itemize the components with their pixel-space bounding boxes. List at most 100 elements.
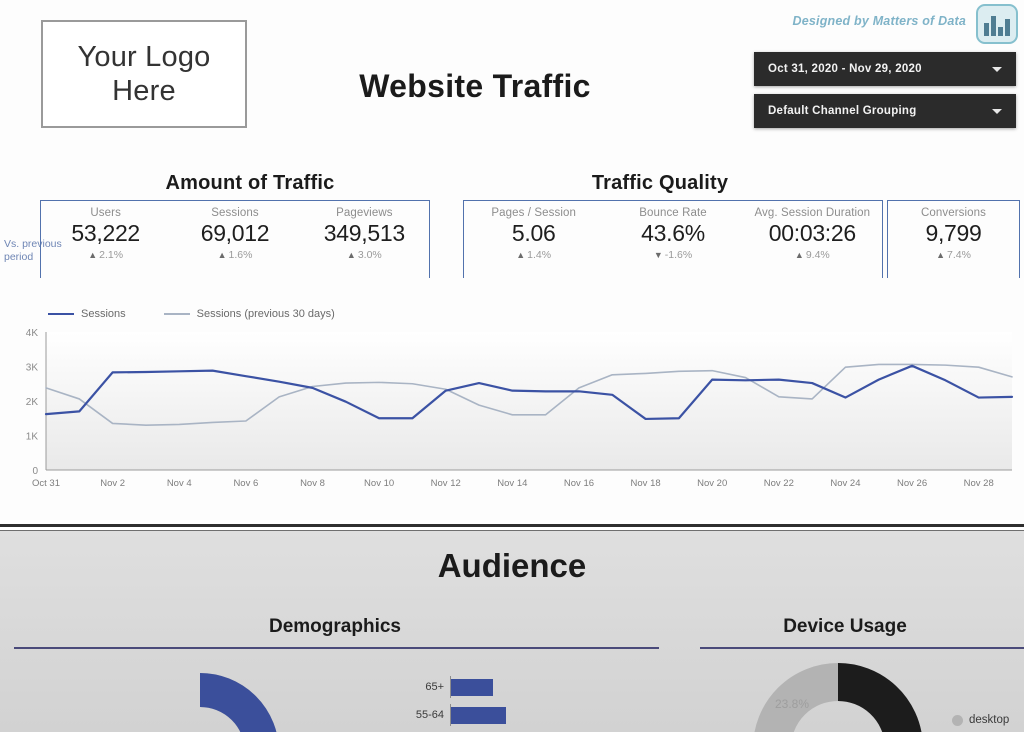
svg-text:Nov 6: Nov 6 <box>233 478 258 489</box>
kpi-label: Bounce Rate <box>639 207 707 219</box>
kpi-delta-value: 2.1% <box>99 249 124 261</box>
kpi-group-quality: Pages / Session 5.06 ▲ 1.4% Bounce Rate … <box>463 200 1024 278</box>
legend-item-sessions-previous[interactable]: Sessions (previous 30 days) <box>163 308 335 320</box>
logo-placeholder[interactable]: Your Logo Here <box>41 20 247 128</box>
date-range-dropdown[interactable]: Oct 31, 2020 - Nov 29, 2020 <box>754 52 1016 86</box>
svg-text:Nov 26: Nov 26 <box>897 478 927 489</box>
donut-slice-segment-a <box>121 673 279 732</box>
channel-grouping-value: Default Channel Grouping <box>768 105 917 117</box>
kpi-delta-value: 3.0% <box>357 249 382 261</box>
kpi-delta-value: 7.4% <box>946 249 971 261</box>
kpi-delta: ▲ 3.0% <box>347 249 382 261</box>
svg-text:0: 0 <box>32 466 38 477</box>
kpi-card-amount: Users 53,222 ▲ 2.1% Sessions 69,012 ▲ 1.… <box>40 200 430 278</box>
svg-text:Nov 4: Nov 4 <box>167 478 192 489</box>
date-range-value: Oct 31, 2020 - Nov 29, 2020 <box>768 63 922 75</box>
arrow-down-icon: ▼ <box>653 249 663 260</box>
kpi-pages-per-session[interactable]: Pages / Session 5.06 ▲ 1.4% <box>464 201 603 278</box>
arrow-up-icon: ▲ <box>794 249 804 260</box>
kpi-delta: ▲ 1.4% <box>516 249 551 261</box>
legend-dot-icon <box>952 714 963 726</box>
svg-text:1K: 1K <box>26 432 39 443</box>
svg-text:3K: 3K <box>26 363 39 374</box>
kpi-conversions[interactable]: Conversions 9,799 ▲ 7.4% <box>888 201 1019 278</box>
demographics-bar-chart[interactable]: 65+ 55-64 <box>408 676 547 732</box>
bar-fill <box>451 678 493 696</box>
legend-swatch <box>163 312 190 316</box>
demographics-donut-chart[interactable] <box>120 672 280 732</box>
bar-label: 65+ <box>425 681 444 693</box>
svg-text:Nov 8: Nov 8 <box>300 478 325 489</box>
kpi-delta: ▲ 2.1% <box>88 249 123 261</box>
svg-text:2K: 2K <box>26 397 39 408</box>
kpi-value: 69,012 <box>200 220 270 246</box>
kpi-delta-value: -1.6% <box>664 249 693 261</box>
kpi-delta-value: 1.4% <box>527 249 552 261</box>
kpi-value: 349,513 <box>323 220 405 246</box>
kpi-value: 53,222 <box>71 220 140 246</box>
kpi-value: 43.6% <box>641 220 705 246</box>
kpi-delta: ▲ 9.4% <box>795 249 830 261</box>
svg-text:Nov 10: Nov 10 <box>364 478 394 489</box>
divider-demographics <box>14 647 659 649</box>
legend-label: desktop <box>969 714 1010 726</box>
kpi-delta-value: 9.4% <box>805 249 830 261</box>
kpi-value: 5.06 <box>511 220 556 246</box>
arrow-up-icon: ▲ <box>516 249 526 260</box>
bar-label: 55-64 <box>415 709 444 721</box>
device-usage-donut-chart[interactable] <box>748 658 928 732</box>
kpi-delta: ▼ -1.6% <box>654 249 692 261</box>
kpi-label: Sessions <box>211 207 259 219</box>
chevron-down-icon <box>992 66 1002 72</box>
kpi-delta: ▲ 1.6% <box>218 249 253 261</box>
section-title-demographics: Demographics <box>269 616 401 637</box>
kpi-delta: ▲ 7.4% <box>936 249 971 261</box>
legend-label: Sessions <box>81 308 126 320</box>
legend-item-sessions[interactable]: Sessions <box>48 308 126 320</box>
kpi-users[interactable]: Users 53,222 ▲ 2.1% <box>41 201 170 278</box>
svg-text:Nov 16: Nov 16 <box>564 478 594 489</box>
kpi-group-amount: Users 53,222 ▲ 2.1% Sessions 69,012 ▲ 1.… <box>40 200 430 278</box>
chart-legend: Sessions Sessions (previous 30 days) <box>48 308 335 320</box>
svg-text:Nov 12: Nov 12 <box>431 478 461 489</box>
bar-chart-logo-icon <box>976 4 1018 44</box>
svg-text:Nov 28: Nov 28 <box>964 478 994 489</box>
traffic-panel: Your Logo Here Website Traffic Designed … <box>0 0 1024 527</box>
svg-text:Nov 20: Nov 20 <box>697 478 727 489</box>
kpi-avg-session-duration[interactable]: Avg. Session Duration 00:03:26 ▲ 9.4% <box>743 201 882 278</box>
chart-plot-area[interactable]: 0 1K 2K 3K 4K Oct 31 Nov 2 Nov 4 Nov 6 Nov 8 Nov 1… <box>0 322 1024 512</box>
svg-text:Nov 22: Nov 22 <box>764 478 794 489</box>
kpi-sessions[interactable]: Sessions 69,012 ▲ 1.6% <box>170 201 299 278</box>
bar-row[interactable]: 55-64 <box>408 704 547 726</box>
section-title-traffic-quality: Traffic Quality <box>591 172 729 194</box>
kpi-value: 00:03:26 <box>768 220 856 246</box>
device-usage-legend[interactable]: desktop <box>952 714 1009 726</box>
logo-line-2: Here <box>112 75 176 107</box>
svg-text:Oct 31: Oct 31 <box>32 478 60 489</box>
kpi-card-conversions: Conversions 9,799 ▲ 7.4% <box>887 200 1020 278</box>
bar-row[interactable]: 65+ <box>408 676 547 698</box>
svg-text:Nov 18: Nov 18 <box>631 478 661 489</box>
kpi-label: Pages / Session <box>491 207 576 219</box>
kpi-label: Conversions <box>920 207 987 219</box>
section-title-amount-of-traffic: Amount of Traffic <box>165 172 335 194</box>
dashboard-root: Your Logo Here Website Traffic Designed … <box>0 0 1024 732</box>
kpi-value: 9,799 <box>925 220 982 246</box>
arrow-up-icon: ▲ <box>346 249 356 260</box>
kpi-delta-value: 1.6% <box>228 249 253 261</box>
arrow-up-icon: ▲ <box>217 249 227 260</box>
sessions-line-chart: Sessions Sessions (previous 30 days) 0 1K… <box>0 300 1024 515</box>
brand-credit: Designed by Matters of Data <box>792 14 966 28</box>
svg-text:Nov 14: Nov 14 <box>497 478 527 489</box>
bar-fill <box>451 706 506 724</box>
channel-grouping-dropdown[interactable]: Default Channel Grouping <box>754 94 1016 128</box>
svg-text:4K: 4K <box>26 328 39 339</box>
kpi-bounce-rate[interactable]: Bounce Rate 43.6% ▼ -1.6% <box>603 201 742 278</box>
legend-label: Sessions (previous 30 days) <box>196 308 335 320</box>
page-title: Website Traffic <box>359 68 591 104</box>
kpi-pageviews[interactable]: Pageviews 349,513 ▲ 3.0% <box>300 201 429 278</box>
legend-swatch <box>48 312 74 316</box>
section-title-audience: Audience <box>437 547 587 584</box>
logo-line-1: Your Logo <box>77 40 211 73</box>
kpi-label: Pageviews <box>336 207 393 219</box>
